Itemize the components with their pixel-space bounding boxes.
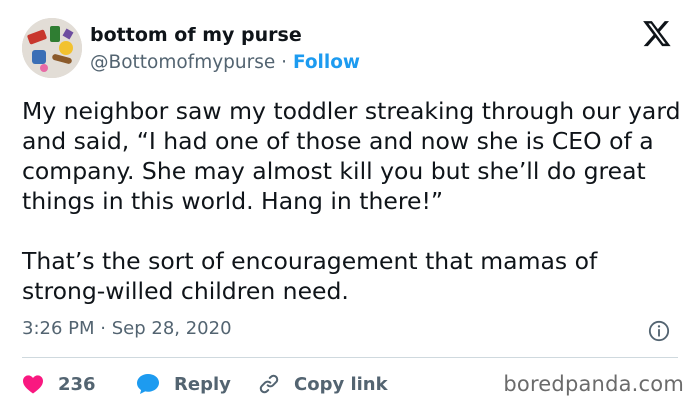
like-button[interactable]: 236 [22,370,96,398]
divider [22,357,678,358]
tweet-text: My neighbor saw my toddler streaking thr… [22,97,681,305]
watermark: boredpanda.com [503,372,684,396]
x-logo-icon[interactable] [642,18,672,48]
copy-link-button[interactable]: Copy link [258,370,388,398]
handle-row: @Bottomofmypurse · Follow [90,52,360,73]
reply-bubble-icon [137,374,159,394]
tweet-timestamp[interactable]: 3:26 PM · Sep 28, 2020 [22,318,232,339]
follow-button[interactable]: Follow [293,52,360,73]
author-handle[interactable]: @Bottomofmypurse [90,52,275,73]
reply-label: Reply [174,373,231,395]
info-icon[interactable] [648,320,670,342]
date-separator: · [100,318,106,339]
copy-link-label: Copy link [294,373,388,395]
tweet-date: Sep 28, 2020 [111,318,232,339]
like-count: 236 [58,373,96,395]
tweet-time: 3:26 PM [22,318,95,339]
separator-dot: · [281,52,288,73]
heart-icon [23,375,43,394]
avatar[interactable] [22,18,82,78]
avatar-image [22,18,82,78]
tweet-header: bottom of my purse @Bottomofmypurse · Fo… [22,16,678,80]
reply-button[interactable]: Reply [136,370,231,398]
link-icon [259,374,279,394]
author-name[interactable]: bottom of my purse [90,24,302,46]
